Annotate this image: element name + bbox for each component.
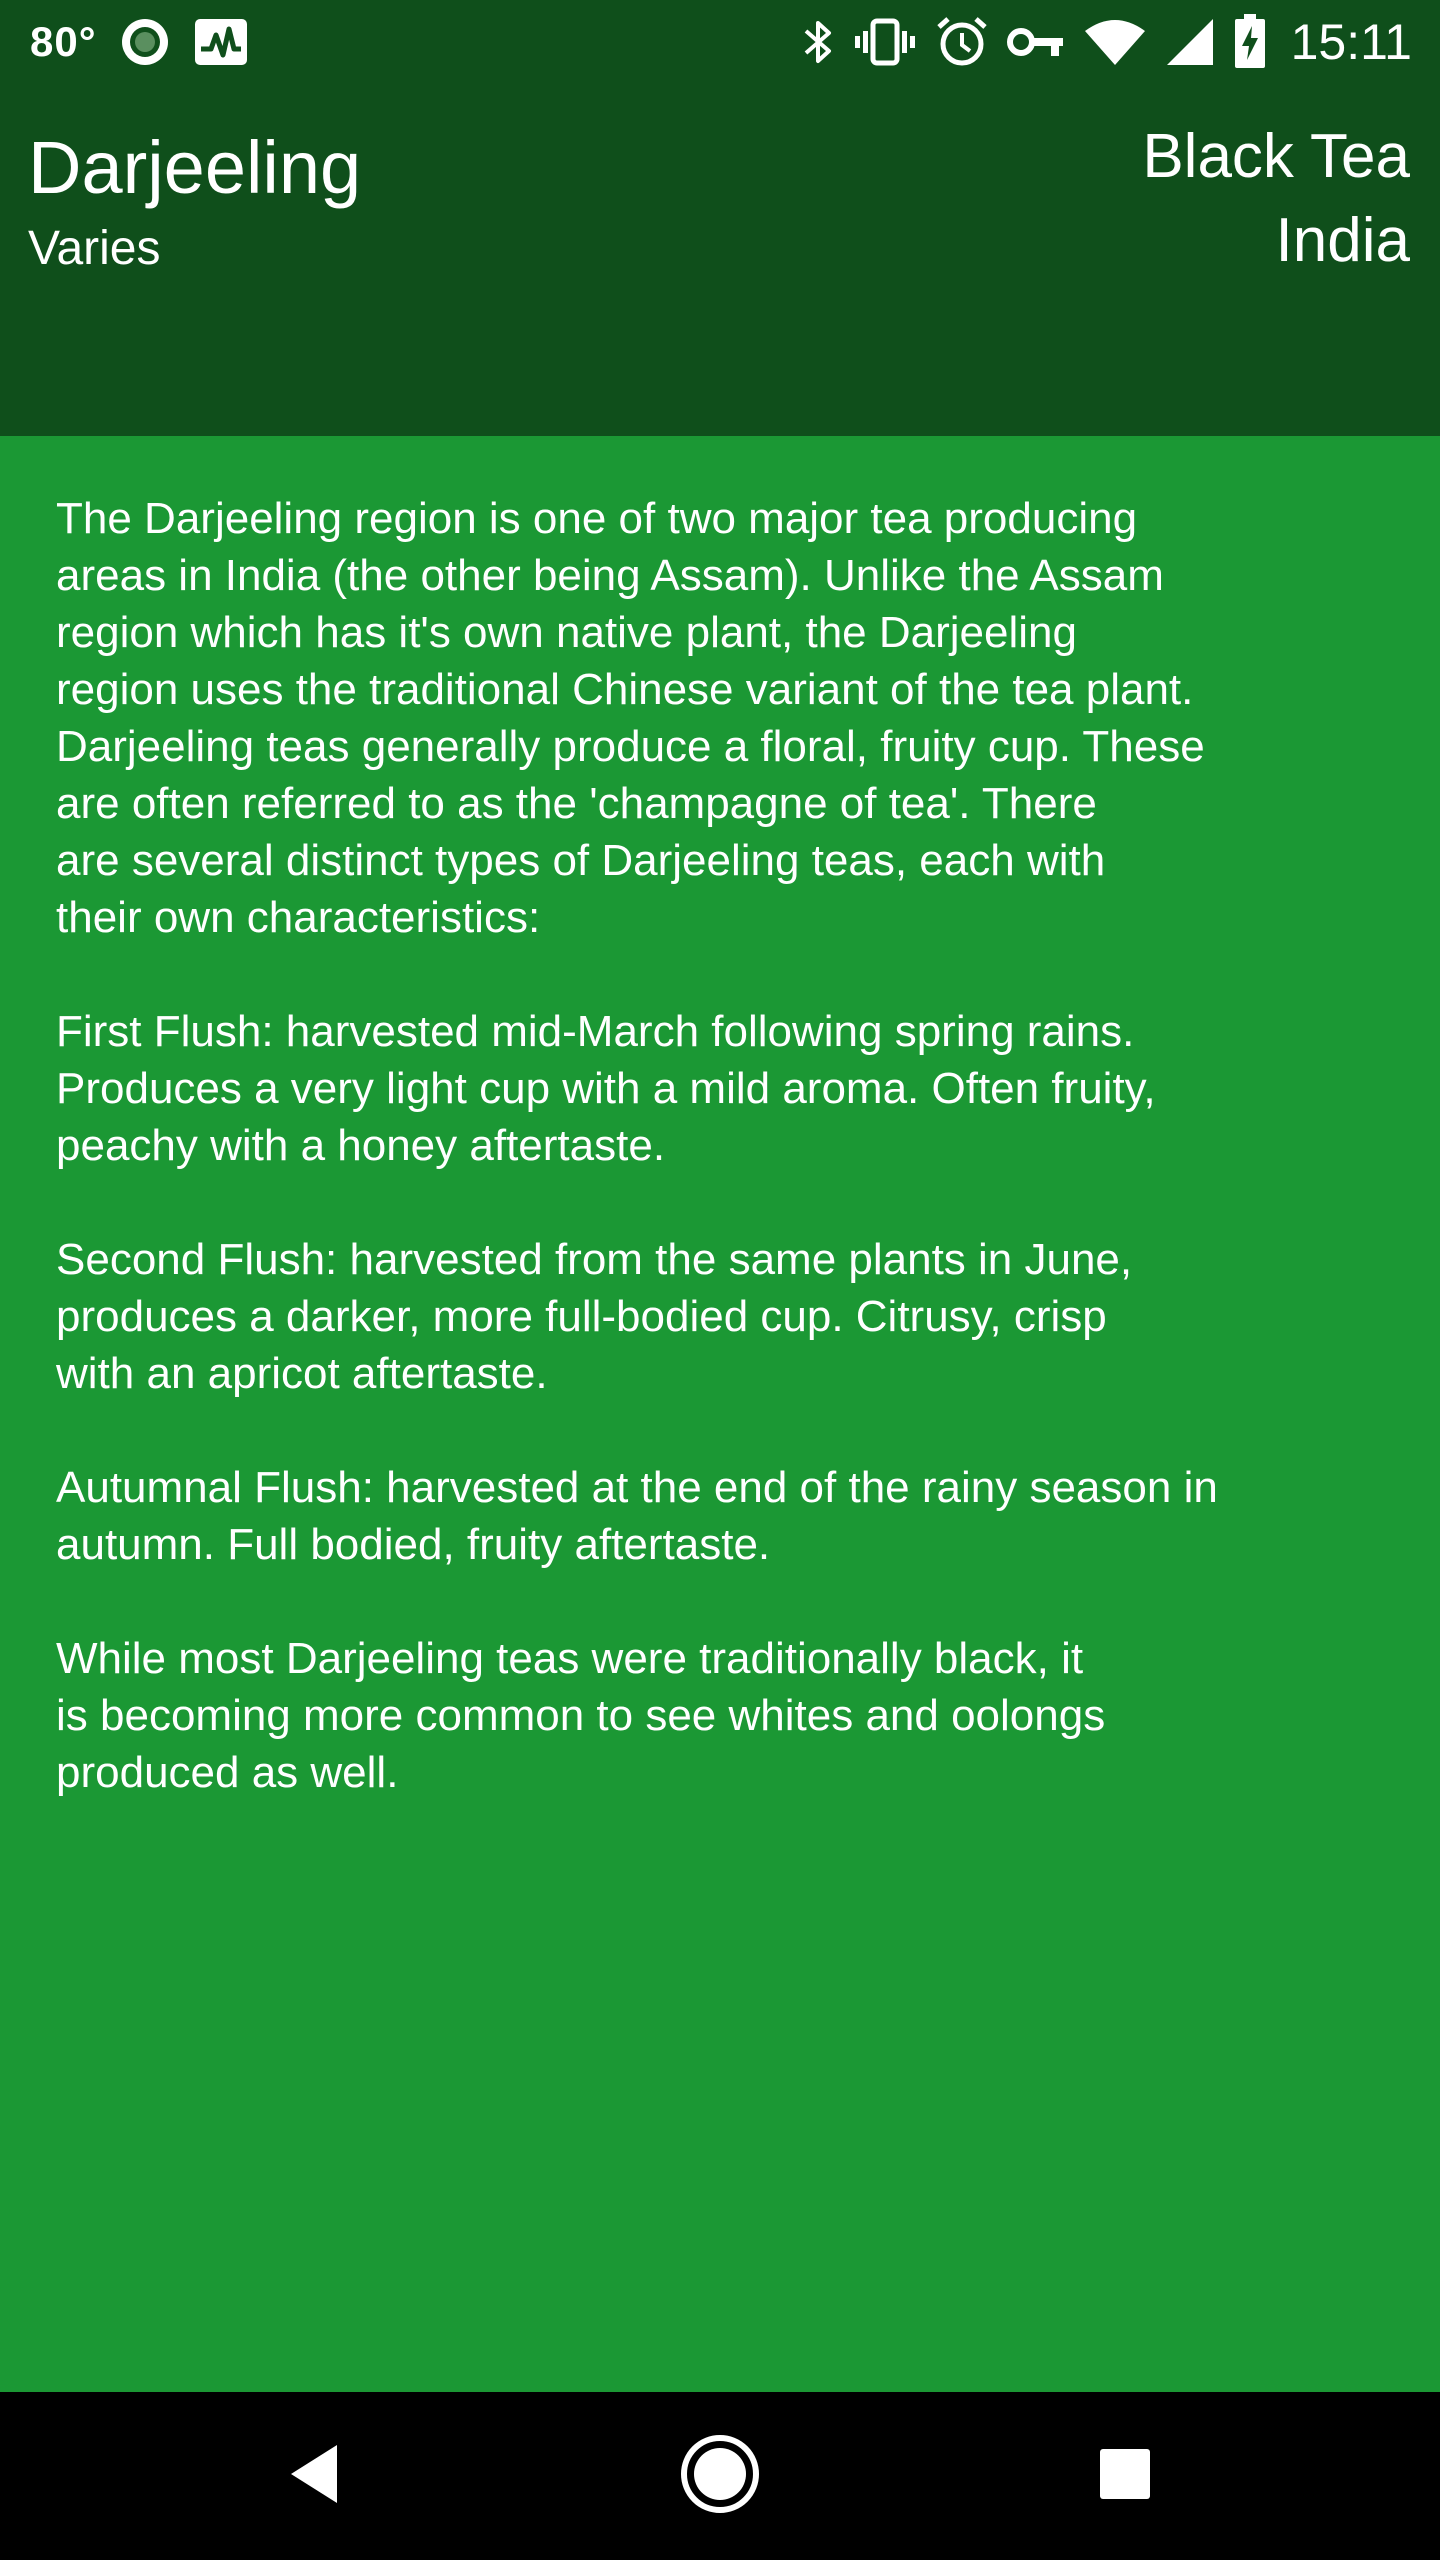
screen: 80° 15:11 Darjeeling Varies Black Tea In… [0,0,1440,2560]
recents-icon [1097,2446,1153,2507]
tea-brew-temperature: Varies [28,222,161,275]
tea-header: Darjeeling Varies Black Tea India [0,84,1440,436]
tea-name: Darjeeling [28,126,362,209]
vibrate-icon [853,17,917,67]
status-left: 80° [30,12,249,72]
home-icon [678,2432,762,2521]
description-paragraph: The Darjeeling region is one of two majo… [56,494,1205,942]
status-temperature: 80° [30,18,97,65]
description-paragraph: Second Flush: harvested from the same pl… [56,1235,1133,1398]
description-paragraph: Autumnal Flush: harvested at the end of … [56,1463,1218,1569]
status-bar: 80° 15:11 [0,0,1440,84]
description-paragraph: First Flush: harvested mid-March followi… [56,1007,1156,1170]
alarm-icon [935,15,989,69]
tea-origin: India [1275,206,1410,275]
back-icon [285,2441,345,2512]
description-paragraph: While most Darjeeling teas were traditio… [56,1634,1106,1797]
bluetooth-icon [801,17,835,67]
circle-record-icon [119,16,171,68]
tea-type: Black Tea [1142,122,1410,191]
recents-button[interactable] [1035,2392,1215,2560]
status-time: 15:11 [1290,14,1412,70]
tea-description: The Darjeeling region is one of two majo… [56,490,1396,1858]
status-right: 15:11 [801,12,1412,72]
cell-signal-icon [1165,17,1215,67]
battery-charging-icon [1233,14,1267,70]
home-button[interactable] [630,2392,810,2560]
activity-chart-icon [193,17,249,67]
navigation-bar [0,2392,1440,2560]
wifi-icon [1083,17,1147,67]
vpn-key-icon [1006,22,1065,62]
back-button[interactable] [225,2392,405,2560]
